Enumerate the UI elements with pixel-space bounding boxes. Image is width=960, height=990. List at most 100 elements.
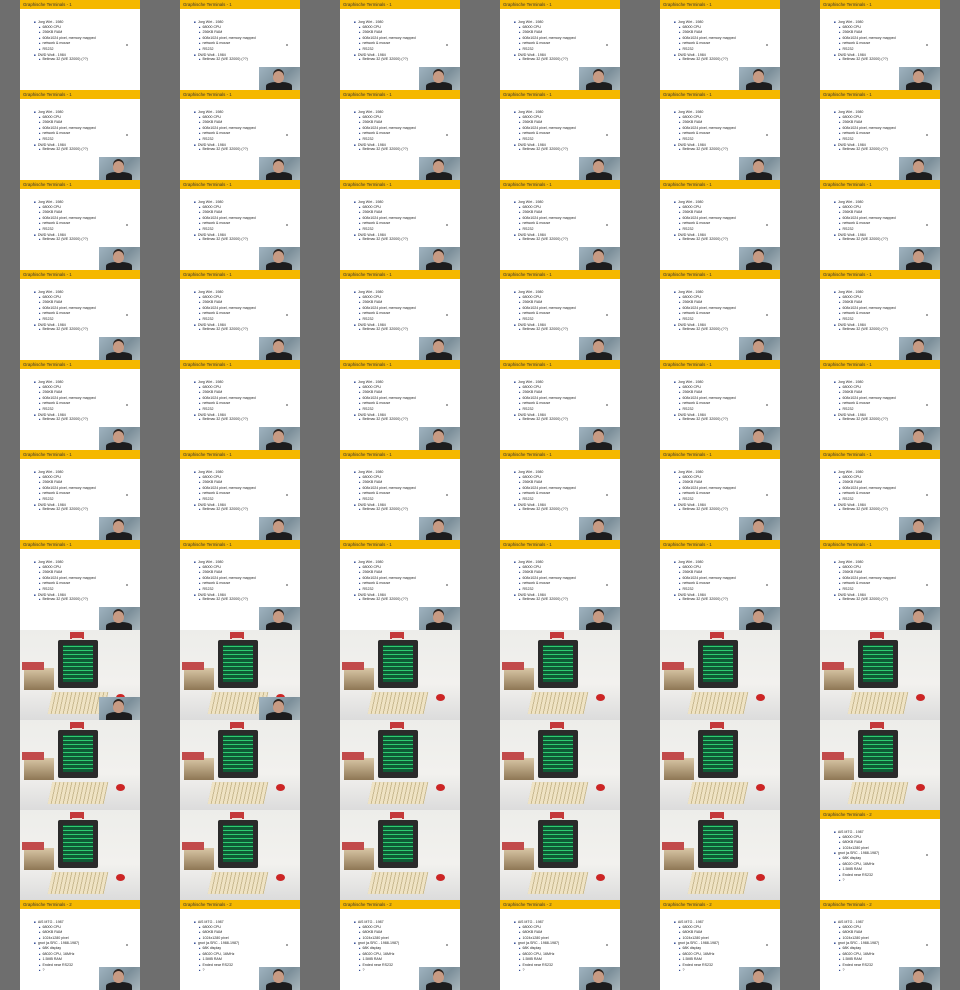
presenter-torso <box>586 622 612 630</box>
thumbnail-cell[interactable]: Graphische Terminals - 1 Jorg Wirt - 1980… <box>800 90 960 180</box>
thumbnail-cell[interactable]: Graphische Terminals - 1 Jorg Wirt - 1980… <box>800 270 960 360</box>
thumbnail-cell[interactable]: Graphische Terminals - 1 Jorg Wirt - 1980… <box>0 540 160 630</box>
thumbnail-cell[interactable]: Graphische Terminals - 1 Jorg Wirt - 1980… <box>160 540 320 630</box>
bullet-item: Bellmac 32 (WE 32000) (??) <box>354 507 416 513</box>
slide-title: Graphische Terminals - 1 <box>660 180 780 189</box>
thumbnail-cell[interactable]: Graphische Terminals - 1 Jorg Wirt - 1980… <box>640 270 800 360</box>
thumbnail-cell[interactable]: Graphische Terminals - 1 Jorg Wirt - 1980… <box>160 360 320 450</box>
thumbnail-cell[interactable]: Graphische Terminals - 1 Jorg Wirt - 1980… <box>640 360 800 450</box>
thumbnail-cell[interactable]: Graphische Terminals - 1 Jorg Wirt - 1980… <box>160 90 320 180</box>
thumbnail-cell[interactable]: Graphische Terminals - 1 Jorg Wirt - 1980… <box>0 180 160 270</box>
slide-terminals1: Graphische Terminals - 1 Jorg Wirt - 1980… <box>340 360 460 450</box>
thumbnail-cell[interactable] <box>640 630 800 720</box>
slide-title: Graphische Terminals - 1 <box>500 360 620 369</box>
green-screen <box>863 645 893 682</box>
presenter-head <box>113 971 124 983</box>
webcam-overlay <box>899 337 940 360</box>
slide-terminals1: Graphische Terminals - 1 Jorg Wirt - 1980… <box>340 90 460 180</box>
thumbnail-cell[interactable] <box>320 810 480 900</box>
thumbnail-cell[interactable]: Graphische Terminals - 2 AiS MTG - 198768… <box>160 900 320 990</box>
thumbnail-cell[interactable]: Graphische Terminals - 2 AiS MTG - 198768… <box>800 900 960 990</box>
thumbnail-cell[interactable]: Graphische Terminals - 1 Jorg Wirt - 1980… <box>0 0 160 90</box>
mouse-icon <box>116 874 125 881</box>
slide-terminals1: Graphische Terminals - 1 Jorg Wirt - 1980… <box>340 450 460 540</box>
presenter-torso <box>746 172 772 180</box>
slide-title: Graphische Terminals - 1 <box>500 540 620 549</box>
thumbnail-cell[interactable]: Graphische Terminals - 1 Jorg Wirt - 1980… <box>0 450 160 540</box>
bullet-list: Jorg Wirt - 198068000 CPU256KB RAM608x10… <box>834 20 896 63</box>
thumbnail-cell[interactable]: Graphische Terminals - 1 Jorg Wirt - 1980… <box>480 180 640 270</box>
thumbnail-cell[interactable] <box>480 810 640 900</box>
thumbnail-cell[interactable] <box>800 720 960 810</box>
thumbnail-cell[interactable]: Graphische Terminals - 1 Jorg Wirt - 1980… <box>480 540 640 630</box>
bullet-list: Jorg Wirt - 198068000 CPU256KB RAM608x10… <box>674 290 736 333</box>
bullet-item: Bellmac 32 (WE 32000) (??) <box>354 57 416 63</box>
bullet-list: Jorg Wirt - 198068000 CPU256KB RAM608x10… <box>514 470 576 513</box>
thumbnail-cell[interactable] <box>160 810 320 900</box>
thumbnail-cell[interactable] <box>0 630 160 720</box>
thumbnail-cell[interactable]: Graphische Terminals - 1 Jorg Wirt - 1980… <box>0 360 160 450</box>
presenter-head <box>113 521 124 533</box>
presenter-head <box>753 521 764 533</box>
crt-monitor <box>698 640 738 688</box>
thumbnail-cell[interactable]: Graphische Terminals - 1 Jorg Wirt - 1980… <box>480 450 640 540</box>
thumbnail-cell[interactable] <box>320 720 480 810</box>
thumbnail-cell[interactable]: Graphische Terminals - 1 Jorg Wirt - 1980… <box>320 540 480 630</box>
thumbnail-cell[interactable]: Graphische Terminals - 1 Jorg Wirt - 1980… <box>320 180 480 270</box>
thumbnail-cell[interactable]: Graphische Terminals - 1 Jorg Wirt - 1980… <box>160 450 320 540</box>
thumbnail-cell[interactable]: Graphische Terminals - 1 Jorg Wirt - 1980… <box>640 180 800 270</box>
thumbnail-cell[interactable] <box>160 630 320 720</box>
thumbnail-cell[interactable]: Graphische Terminals - 1 Jorg Wirt - 1980… <box>160 0 320 90</box>
thumbnail-cell[interactable] <box>640 720 800 810</box>
thumbnail-cell[interactable] <box>640 810 800 900</box>
bullet-item: ? <box>34 968 79 974</box>
webcam-overlay <box>419 67 460 90</box>
disk-drive-top <box>502 752 524 760</box>
thumbnail-cell[interactable]: Graphische Terminals - 1 Jorg Wirt - 1980… <box>800 360 960 450</box>
thumbnail-cell[interactable]: Graphische Terminals - 1 Jorg Wirt - 1980… <box>480 360 640 450</box>
presenter-torso <box>426 352 452 360</box>
thumbnail-cell[interactable] <box>320 630 480 720</box>
presenter-head <box>913 251 924 263</box>
thumbnail-cell[interactable] <box>0 720 160 810</box>
thumbnail-cell[interactable]: Graphische Terminals - 2 AiS MTG - 198768… <box>640 900 800 990</box>
thumbnail-cell[interactable]: Graphische Terminals - 1 Jorg Wirt - 1980… <box>320 450 480 540</box>
thumbnail-cell[interactable]: Graphische Terminals - 1 Jorg Wirt - 1980… <box>640 450 800 540</box>
thumbnail-cell[interactable]: Graphische Terminals - 1 Jorg Wirt - 1980… <box>320 270 480 360</box>
thumbnail-cell[interactable]: Graphische Terminals - 1 Jorg Wirt - 1980… <box>800 0 960 90</box>
thumbnail-cell[interactable]: Graphische Terminals - 1 Jorg Wirt - 1980… <box>480 270 640 360</box>
thumbnail-cell[interactable] <box>480 720 640 810</box>
thumbnail-cell[interactable]: Graphische Terminals - 1 Jorg Wirt - 1980… <box>480 90 640 180</box>
thumbnail-cell[interactable]: Graphische Terminals - 1 Jorg Wirt - 1980… <box>0 270 160 360</box>
presenter-head <box>593 341 604 353</box>
crt-monitor <box>858 640 898 688</box>
thumbnail-cell[interactable]: Graphische Terminals - 1 Jorg Wirt - 1980… <box>160 180 320 270</box>
thumbnail-cell[interactable]: Graphische Terminals - 2 AiS MTG - 198768… <box>0 900 160 990</box>
thumbnail-cell[interactable]: Graphische Terminals - 1 Jorg Wirt - 1980… <box>640 0 800 90</box>
thumbnail-cell[interactable]: Graphische Terminals - 1 Jorg Wirt - 1980… <box>640 90 800 180</box>
thumbnail-cell[interactable]: Graphische Terminals - 1 Jorg Wirt - 1980… <box>640 540 800 630</box>
thumbnail-cell[interactable]: Graphische Terminals - 1 Jorg Wirt - 1980… <box>800 540 960 630</box>
laser-pointer-dot <box>926 224 928 226</box>
thumbnail-cell[interactable]: Graphische Terminals - 2 AiS MTG - 198768… <box>800 810 960 900</box>
bullet-list: Jorg Wirt - 198068000 CPU256KB RAM608x10… <box>834 470 896 513</box>
thumbnail-cell[interactable]: Graphische Terminals - 1 Jorg Wirt - 1980… <box>0 90 160 180</box>
thumbnail-cell[interactable]: Graphische Terminals - 2 AiS MTG - 198768… <box>320 900 480 990</box>
thumbnail-cell[interactable]: Graphische Terminals - 1 Jorg Wirt - 1980… <box>800 450 960 540</box>
thumbnail-cell[interactable] <box>480 630 640 720</box>
thumbnail-cell[interactable]: Graphische Terminals - 1 Jorg Wirt - 1980… <box>160 270 320 360</box>
thumbnail-cell[interactable]: Graphische Terminals - 2 AiS MTG - 198768… <box>480 900 640 990</box>
slide-title: Graphische Terminals - 1 <box>820 0 940 9</box>
thumbnail-cell[interactable]: Graphische Terminals - 1 Jorg Wirt - 1980… <box>320 0 480 90</box>
thumbnail-cell[interactable] <box>800 630 960 720</box>
thumbnail-cell[interactable]: Graphische Terminals - 1 Jorg Wirt - 1980… <box>320 360 480 450</box>
slide-terminals1: Graphische Terminals - 1 Jorg Wirt - 1980… <box>820 360 940 450</box>
thumbnail-cell[interactable]: Graphische Terminals - 1 Jorg Wirt - 1980… <box>480 0 640 90</box>
disk-drive <box>344 848 374 870</box>
bullet-item: Bellmac 32 (WE 32000) (??) <box>354 597 416 603</box>
disk-drive-top <box>342 752 364 760</box>
thumbnail-cell[interactable] <box>160 720 320 810</box>
thumbnail-cell[interactable]: Graphische Terminals - 1 Jorg Wirt - 1980… <box>800 180 960 270</box>
thumbnail-cell[interactable]: Graphische Terminals - 1 Jorg Wirt - 1980… <box>320 90 480 180</box>
thumbnail-cell[interactable] <box>0 810 160 900</box>
